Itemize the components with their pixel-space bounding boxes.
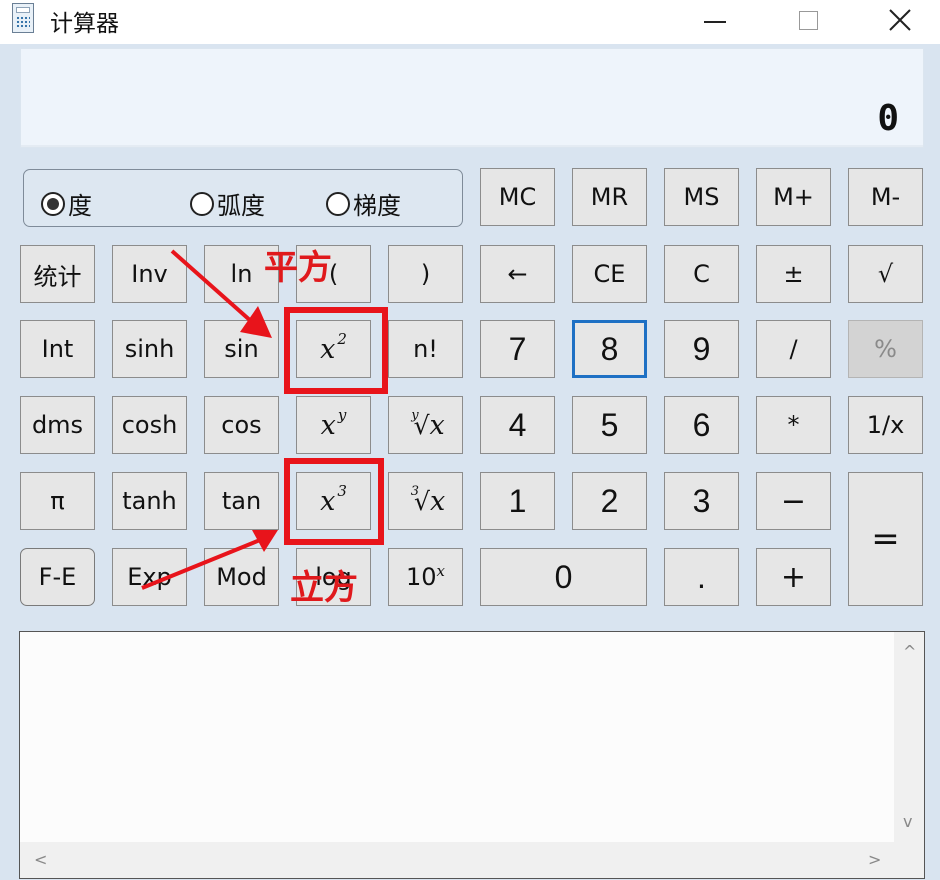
cos-button[interactable]: cos bbox=[204, 396, 279, 454]
angle-mode-group: 度 弧度 梯度 bbox=[23, 169, 463, 227]
yth-root-button[interactable]: y √ x bbox=[388, 396, 463, 454]
cube-button[interactable]: x3 bbox=[296, 472, 371, 530]
backspace-button[interactable]: ← bbox=[480, 245, 555, 303]
decimal-button[interactable]: . bbox=[664, 548, 739, 606]
radio-gradians-label: 梯度 bbox=[353, 192, 401, 220]
exp-button[interactable]: Exp bbox=[112, 548, 187, 606]
radio-checked-icon bbox=[41, 191, 65, 216]
tan-button[interactable]: tan bbox=[204, 472, 279, 530]
radio-unchecked-icon bbox=[190, 191, 214, 216]
close-icon bbox=[889, 9, 911, 31]
backspace-arrow-icon: ← bbox=[507, 260, 528, 288]
square-root-button[interactable]: √ bbox=[848, 245, 923, 303]
add-button[interactable]: + bbox=[756, 548, 831, 606]
radio-degrees-label: 度 bbox=[68, 192, 92, 220]
m-minus-button[interactable]: M- bbox=[848, 168, 923, 226]
power-label: xy bbox=[320, 405, 347, 441]
calculator-icon bbox=[12, 3, 34, 33]
sinh-button[interactable]: sinh bbox=[112, 320, 187, 378]
digit-8-button[interactable]: 8 bbox=[572, 320, 647, 378]
radio-gradians[interactable]: 梯度 bbox=[326, 186, 401, 221]
display-value: 0 bbox=[877, 98, 899, 139]
left-paren-button[interactable]: ( bbox=[296, 245, 371, 303]
int-button[interactable]: Int bbox=[20, 320, 95, 378]
digit-0-button[interactable]: 0 bbox=[480, 548, 647, 606]
result-display: 0 bbox=[20, 48, 924, 148]
radio-unchecked-icon bbox=[326, 191, 350, 216]
sin-button[interactable]: sin bbox=[204, 320, 279, 378]
dms-button[interactable]: dms bbox=[20, 396, 95, 454]
cube-label: x3 bbox=[320, 481, 347, 517]
title-bar: 计算器 bbox=[0, 0, 940, 44]
m-plus-button[interactable]: M+ bbox=[756, 168, 831, 226]
scroll-right-icon[interactable]: > bbox=[868, 850, 881, 869]
scroll-down-icon[interactable]: v bbox=[903, 812, 912, 831]
radio-degrees[interactable]: 度 bbox=[41, 186, 92, 221]
digit-3-button[interactable]: 3 bbox=[664, 472, 739, 530]
scroll-left-icon[interactable]: < bbox=[34, 850, 47, 869]
horizontal-scrollbar[interactable]: < > bbox=[20, 842, 924, 878]
digit-4-button[interactable]: 4 bbox=[480, 396, 555, 454]
radio-radians[interactable]: 弧度 bbox=[190, 186, 265, 221]
equals-button[interactable]: = bbox=[848, 472, 923, 606]
right-paren-button[interactable]: ) bbox=[388, 245, 463, 303]
percent-button[interactable]: % bbox=[848, 320, 923, 378]
log-button[interactable]: log bbox=[296, 548, 371, 606]
radio-radians-label: 弧度 bbox=[217, 192, 265, 220]
ten-power-button[interactable]: 10 x bbox=[388, 548, 463, 606]
digit-7-button[interactable]: 7 bbox=[480, 320, 555, 378]
ms-button[interactable]: MS bbox=[664, 168, 739, 226]
digit-5-button[interactable]: 5 bbox=[572, 396, 647, 454]
digit-6-button[interactable]: 6 bbox=[664, 396, 739, 454]
minimize-icon bbox=[704, 21, 726, 23]
close-button[interactable] bbox=[870, 0, 930, 40]
subtract-button[interactable]: − bbox=[756, 472, 831, 530]
factorial-button[interactable]: n! bbox=[388, 320, 463, 378]
history-panel[interactable]: ^ v < > bbox=[19, 631, 925, 879]
fe-button[interactable]: F-E bbox=[20, 548, 95, 606]
square-label: x2 bbox=[320, 329, 347, 365]
digit-9-button[interactable]: 9 bbox=[664, 320, 739, 378]
scroll-up-icon[interactable]: ^ bbox=[903, 642, 916, 661]
pi-button[interactable]: π bbox=[20, 472, 95, 530]
cube-root-button[interactable]: 3 √ x bbox=[388, 472, 463, 530]
maximize-button[interactable] bbox=[778, 0, 838, 40]
clear-entry-button[interactable]: CE bbox=[572, 245, 647, 303]
reciprocal-button[interactable]: 1/x bbox=[848, 396, 923, 454]
vertical-scrollbar[interactable]: ^ v bbox=[894, 632, 924, 842]
mc-button[interactable]: MC bbox=[480, 168, 555, 226]
maximize-icon bbox=[798, 10, 818, 30]
negate-button[interactable]: ± bbox=[756, 245, 831, 303]
mod-button[interactable]: Mod bbox=[204, 548, 279, 606]
digit-1-button[interactable]: 1 bbox=[480, 472, 555, 530]
statistics-button[interactable]: 统计 bbox=[20, 245, 95, 303]
divide-button[interactable]: / bbox=[756, 320, 831, 378]
window-title: 计算器 bbox=[50, 11, 119, 37]
multiply-button[interactable]: * bbox=[756, 396, 831, 454]
ln-button[interactable]: ln bbox=[204, 245, 279, 303]
clear-button[interactable]: C bbox=[664, 245, 739, 303]
tanh-button[interactable]: tanh bbox=[112, 472, 187, 530]
power-button[interactable]: xy bbox=[296, 396, 371, 454]
mr-button[interactable]: MR bbox=[572, 168, 647, 226]
digit-2-button[interactable]: 2 bbox=[572, 472, 647, 530]
inv-button[interactable]: Inv bbox=[112, 245, 187, 303]
cosh-button[interactable]: cosh bbox=[112, 396, 187, 454]
square-button[interactable]: x2 bbox=[296, 320, 371, 378]
minimize-button[interactable] bbox=[685, 0, 745, 40]
